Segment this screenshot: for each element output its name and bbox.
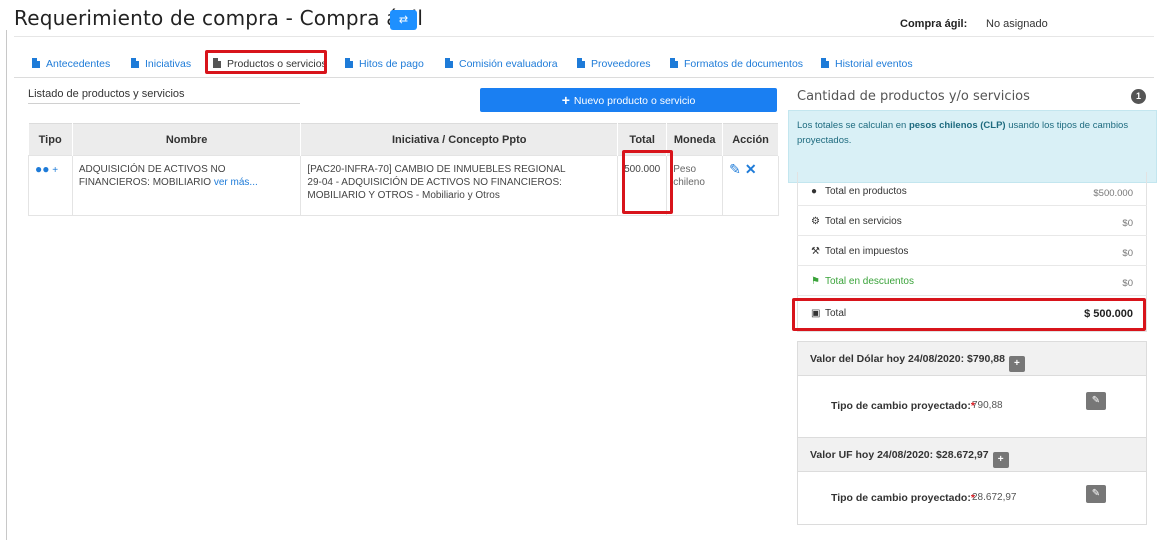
tags-icon: ⚑: [811, 276, 820, 287]
total-label: Total en impuestos: [825, 246, 909, 257]
column-header-iniciativa: Iniciativa / Concepto Ppto: [300, 123, 619, 156]
document-icon: [577, 58, 585, 68]
highlight-box-tab: [205, 50, 327, 74]
tab-label: Proveedores: [591, 58, 651, 70]
tipo-plus: +: [52, 165, 59, 176]
dolar-card: Valor del Dólar hoy 24/08/2020: $790,88 +…: [797, 341, 1147, 439]
total-label: Total en descuentos: [825, 276, 914, 287]
total-value: $0: [1122, 278, 1133, 289]
dolar-card-header: Valor del Dólar hoy 24/08/2020: $790,88 +: [798, 342, 1146, 376]
delete-icon[interactable]: ✕: [745, 161, 757, 177]
tab-hitos-de-pago[interactable]: Hitos de pago: [345, 55, 424, 73]
nombre-text: ADQUISICIÓN DE ACTIVOS NO FINANCIEROS: M…: [78, 164, 226, 188]
tab-antecedentes[interactable]: Antecedentes: [32, 55, 110, 73]
ver-mas-link[interactable]: ver más...: [214, 177, 258, 188]
cell-iniciativa: [PAC20-INFRA-70] CAMBIO DE INMUEBLES REG…: [300, 155, 619, 216]
edit-icon[interactable]: ✎: [1086, 485, 1106, 503]
uf-exchange-value: 28.672,97: [972, 492, 1017, 503]
document-icon: [445, 58, 453, 68]
document-icon: [32, 58, 40, 68]
tab-label: Comisión evaluadora: [459, 58, 558, 70]
tab-iniciativas[interactable]: Iniciativas: [131, 55, 191, 73]
tab-comision-evaluadora[interactable]: Comisión evaluadora: [445, 55, 558, 73]
uf-card-body: Tipo de cambio proyectado:* 28.672,97 ✎: [798, 472, 1146, 524]
compra-agil-label: Compra ágil:: [900, 18, 968, 30]
total-servicios-row: ⚙ Total en servicios $0: [797, 206, 1147, 236]
column-header-tipo: Tipo: [28, 123, 73, 156]
page-header: Requerimiento de compra - Compra ágil ⇄ …: [14, 0, 1154, 40]
cell-accion: ✎ ✕: [722, 155, 779, 216]
dolar-exchange-label: Tipo de cambio proyectado:*: [831, 400, 975, 412]
tab-label: Historial eventos: [835, 58, 913, 70]
edit-icon[interactable]: ✎: [1086, 392, 1106, 410]
iniciativa-line2: 29-04 - ADQUISICIÓN DE ACTIVOS NO FINANC…: [307, 177, 562, 201]
label-text: Tipo de cambio proyectado:: [831, 492, 971, 504]
expand-icon[interactable]: +: [992, 452, 1009, 468]
column-header-moneda: Moneda: [666, 123, 724, 156]
swap-button[interactable]: ⇄: [390, 10, 417, 30]
page-title: Requerimiento de compra - Compra ágil: [14, 6, 424, 30]
gavel-icon: ⚒: [811, 246, 820, 257]
cell-tipo: ●● +: [28, 155, 73, 216]
summary-title: Cantidad de productos y/o servicios: [797, 89, 1030, 104]
iniciativa-line1: [PAC20-INFRA-70] CAMBIO DE INMUEBLES REG…: [307, 164, 566, 175]
swap-icon: ⇄: [398, 14, 409, 26]
tab-formatos-de-documentos[interactable]: Formatos de documentos: [670, 55, 803, 73]
uf-card-header: Valor UF hoy 24/08/2020: $28.672,97 +: [798, 438, 1146, 472]
dolar-card-body: Tipo de cambio proyectado:* 790,88 ✎: [798, 376, 1146, 438]
column-header-accion: Acción: [722, 123, 779, 156]
total-label: Total en servicios: [825, 216, 902, 227]
new-product-button[interactable]: + Nuevo producto o servicio: [480, 88, 777, 112]
uf-exchange-label: Tipo de cambio proyectado:*: [831, 492, 975, 504]
list-title: Listado de productos y servicios: [28, 88, 185, 100]
total-value: $0: [1122, 248, 1133, 259]
total-productos-row: ● Total en productos $500.000: [797, 176, 1147, 206]
highlight-box-grand-total: [792, 298, 1146, 331]
tab-label: Iniciativas: [145, 58, 192, 70]
cell-moneda: Peso chileno: [666, 155, 724, 216]
tab-proveedores[interactable]: Proveedores: [577, 55, 651, 73]
cell-nombre: ADQUISICIÓN DE ACTIVOS NO FINANCIEROS: M…: [72, 155, 302, 216]
document-icon: [131, 58, 139, 68]
document-icon: [345, 58, 353, 68]
total-value: $0: [1122, 218, 1133, 229]
document-icon: [821, 58, 829, 68]
tab-bar: Antecedentes Iniciativas Productos o ser…: [14, 50, 1154, 78]
info-prefix: Los totales se calculan en: [797, 120, 909, 131]
uf-heading: Valor UF hoy 24/08/2020: $28.672,97: [810, 449, 989, 461]
users-icon: ●●: [35, 162, 50, 176]
header-divider: [14, 36, 1154, 37]
dolar-heading: Valor del Dólar hoy 24/08/2020: $790,88: [810, 353, 1005, 365]
tab-label: Hitos de pago: [359, 58, 424, 70]
tab-label: Formatos de documentos: [684, 58, 804, 70]
summary-count-badge: 1: [1131, 89, 1146, 104]
column-header-nombre: Nombre: [72, 123, 302, 156]
compra-agil-value: No asignado: [986, 18, 1048, 30]
uf-card: Valor UF hoy 24/08/2020: $28.672,97 + Tip…: [797, 437, 1147, 525]
users-icon: ●: [811, 186, 818, 197]
window-left-border: [6, 30, 7, 540]
total-value: $500.000: [1093, 188, 1133, 199]
expand-icon[interactable]: +: [1008, 356, 1025, 372]
users-cog-icon: ⚙: [811, 216, 820, 227]
document-icon: [670, 58, 678, 68]
dolar-exchange-value: 790,88: [972, 400, 1003, 411]
new-product-label: Nuevo producto o servicio: [573, 95, 696, 107]
total-impuestos-row: ⚒ Total en impuestos $0: [797, 236, 1147, 266]
total-label: Total en productos: [825, 186, 907, 197]
plus-icon: +: [561, 92, 570, 108]
tab-historial-eventos[interactable]: Historial eventos: [821, 55, 913, 73]
info-bold: pesos chilenos (CLP): [908, 120, 1006, 131]
list-title-underline: [28, 103, 300, 104]
label-text: Tipo de cambio proyectado:: [831, 400, 971, 412]
tab-label: Antecedentes: [46, 58, 111, 70]
pencil-icon[interactable]: ✎: [729, 161, 741, 177]
highlight-box-total: [622, 150, 673, 214]
total-descuentos-row: ⚑ Total en descuentos $0: [797, 266, 1147, 296]
